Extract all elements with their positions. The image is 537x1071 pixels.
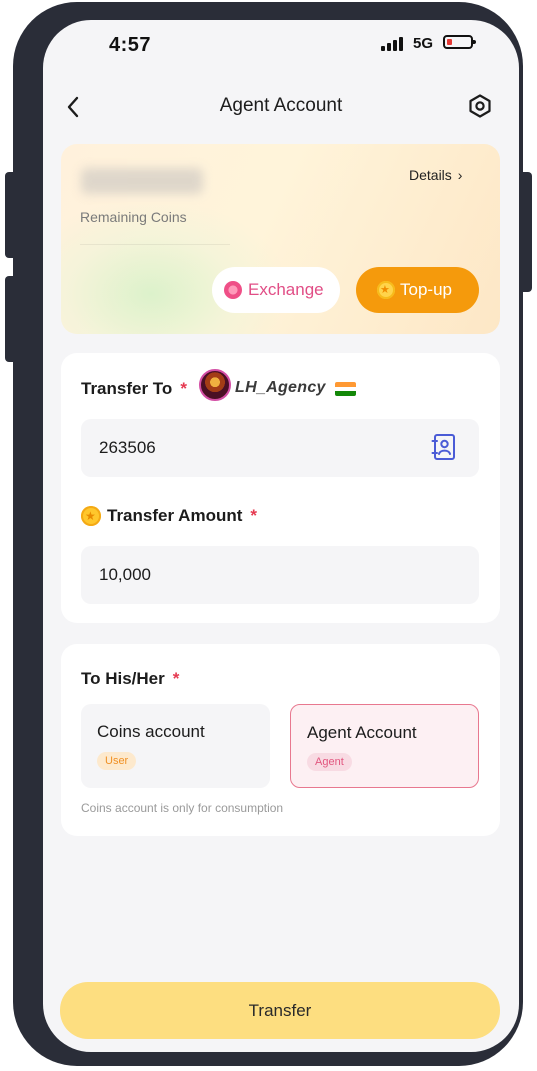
coin-icon bbox=[81, 506, 101, 526]
transfer-form-card: Transfer To* LH_Agency 263506 Transfer bbox=[61, 353, 500, 623]
coins-account-title: Coins account bbox=[97, 722, 205, 741]
app-screen: 4:57 5G Agent Account Remaining Coins De… bbox=[43, 20, 519, 1052]
coins-account-option[interactable]: Coins account User bbox=[81, 704, 270, 788]
chevron-right-icon: › bbox=[457, 167, 463, 183]
network-type: 5G bbox=[413, 35, 434, 52]
details-link[interactable]: Details › bbox=[409, 167, 462, 183]
to-his-her-label: To His/Her * bbox=[81, 669, 180, 688]
agency-avatar bbox=[199, 369, 231, 401]
recipient-type-card: To His/Her * Coins account User Agent Acc… bbox=[61, 644, 500, 836]
page-title: Agent Account bbox=[219, 95, 343, 116]
coins-account-note: Coins account is only for consumption bbox=[81, 801, 284, 815]
transfer-button[interactable]: Transfer bbox=[60, 982, 500, 1039]
required-mark: * bbox=[172, 669, 180, 688]
contact-book-icon[interactable] bbox=[431, 433, 457, 461]
details-label: Details bbox=[409, 167, 452, 183]
recipient-id-field[interactable]: 263506 bbox=[81, 419, 479, 477]
remaining-coins-label: Remaining Coins bbox=[80, 209, 187, 225]
agent-account-option[interactable]: Agent Account Agent bbox=[290, 704, 479, 788]
transfer-amount-label: Transfer Amount * bbox=[107, 506, 258, 525]
exchange-icon bbox=[224, 281, 242, 299]
nav-bar: Agent Account bbox=[43, 90, 519, 124]
india-flag-icon bbox=[335, 382, 356, 396]
battery-icon bbox=[443, 35, 476, 49]
settings-hexagon-icon[interactable] bbox=[467, 93, 493, 119]
remaining-coins-amount-blurred bbox=[81, 168, 203, 194]
recipient-id-value: 263506 bbox=[99, 438, 156, 457]
status-bar: 4:57 5G bbox=[43, 20, 519, 66]
exchange-label: Exchange bbox=[248, 280, 324, 299]
transfer-to-label: Transfer To * bbox=[81, 379, 187, 398]
user-tag: User bbox=[97, 752, 137, 770]
agent-account-title: Agent Account bbox=[307, 723, 417, 742]
status-time: 4:57 bbox=[109, 34, 152, 56]
exchange-button[interactable]: Exchange bbox=[212, 267, 340, 313]
topup-button[interactable]: Top-up bbox=[356, 267, 479, 313]
phone-power-button bbox=[522, 172, 532, 292]
balance-divider bbox=[80, 244, 230, 245]
agent-tag: Agent bbox=[307, 753, 352, 771]
phone-frame: 4:57 5G Agent Account Remaining Coins De… bbox=[13, 2, 523, 1066]
coin-icon bbox=[377, 267, 395, 313]
transfer-amount-value: 10,000 bbox=[99, 565, 151, 584]
required-mark: * bbox=[250, 506, 258, 525]
signal-icon bbox=[381, 37, 403, 51]
transfer-amount-field[interactable]: 10,000 bbox=[81, 546, 479, 604]
topup-label: Top-up bbox=[400, 280, 452, 299]
agency-name: LH_Agency bbox=[235, 379, 326, 396]
balance-card: Remaining Coins Details › Exchange Top-up bbox=[61, 144, 500, 334]
required-mark: * bbox=[180, 379, 187, 398]
